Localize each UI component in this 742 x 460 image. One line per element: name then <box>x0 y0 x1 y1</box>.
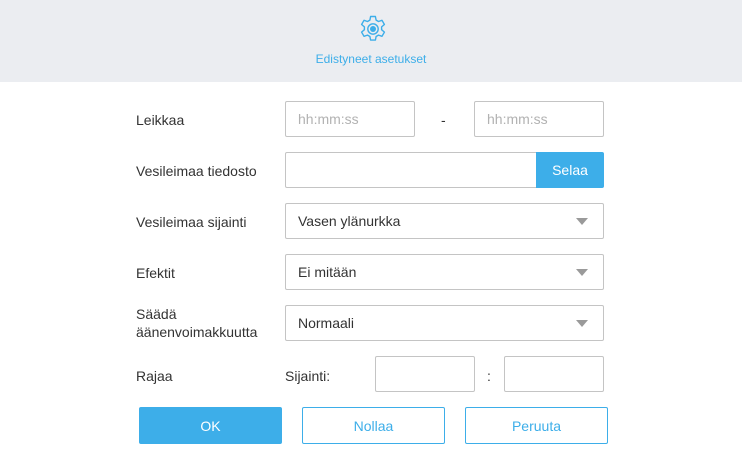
crop-x-field[interactable] <box>375 356 475 392</box>
volume-label: Säädä äänenvoimakkuutta <box>136 305 257 341</box>
chevron-down-icon <box>576 320 588 327</box>
effects-value: Ei mitään <box>298 264 357 280</box>
dialog-header: Edistyneet asetukset <box>0 0 742 82</box>
trim-start-input[interactable] <box>298 102 414 136</box>
trim-separator: - <box>441 112 446 128</box>
crop-label: Rajaa <box>136 368 173 384</box>
watermark-file-field[interactable] <box>285 152 537 188</box>
crop-y-field[interactable] <box>504 356 604 392</box>
volume-label-line1: Säädä <box>136 306 177 322</box>
watermark-file-input[interactable] <box>298 153 536 187</box>
browse-button[interactable]: Selaa <box>536 152 604 188</box>
watermark-file-label: Vesileimaa tiedosto <box>136 163 257 179</box>
volume-select[interactable]: Normaali <box>285 305 604 341</box>
watermark-position-select[interactable]: Vasen ylänurkka <box>285 203 604 239</box>
ok-button[interactable]: OK <box>139 407 282 444</box>
chevron-down-icon <box>576 269 588 276</box>
crop-separator: : <box>487 368 491 384</box>
cancel-button[interactable]: Peruuta <box>465 407 608 444</box>
chevron-down-icon <box>576 218 588 225</box>
gear-icon <box>360 15 386 41</box>
trim-end-field[interactable] <box>474 101 604 137</box>
crop-y-input[interactable] <box>517 357 603 391</box>
volume-label-line2: äänenvoimakkuutta <box>136 324 258 340</box>
reset-button[interactable]: Nollaa <box>302 407 445 444</box>
dialog-title: Edistyneet asetukset <box>315 52 427 66</box>
watermark-position-label: Vesileimaa sijainti <box>136 214 247 230</box>
trim-label: Leikkaa <box>136 112 185 128</box>
watermark-position-value: Vasen ylänurkka <box>298 213 401 229</box>
effects-select[interactable]: Ei mitään <box>285 254 604 290</box>
trim-start-field[interactable] <box>285 101 415 137</box>
crop-position-label: Sijainti: <box>285 368 331 384</box>
trim-end-input[interactable] <box>487 102 603 136</box>
effects-label: Efektit <box>136 265 175 281</box>
volume-value: Normaali <box>298 315 355 331</box>
crop-x-input[interactable] <box>388 357 474 391</box>
